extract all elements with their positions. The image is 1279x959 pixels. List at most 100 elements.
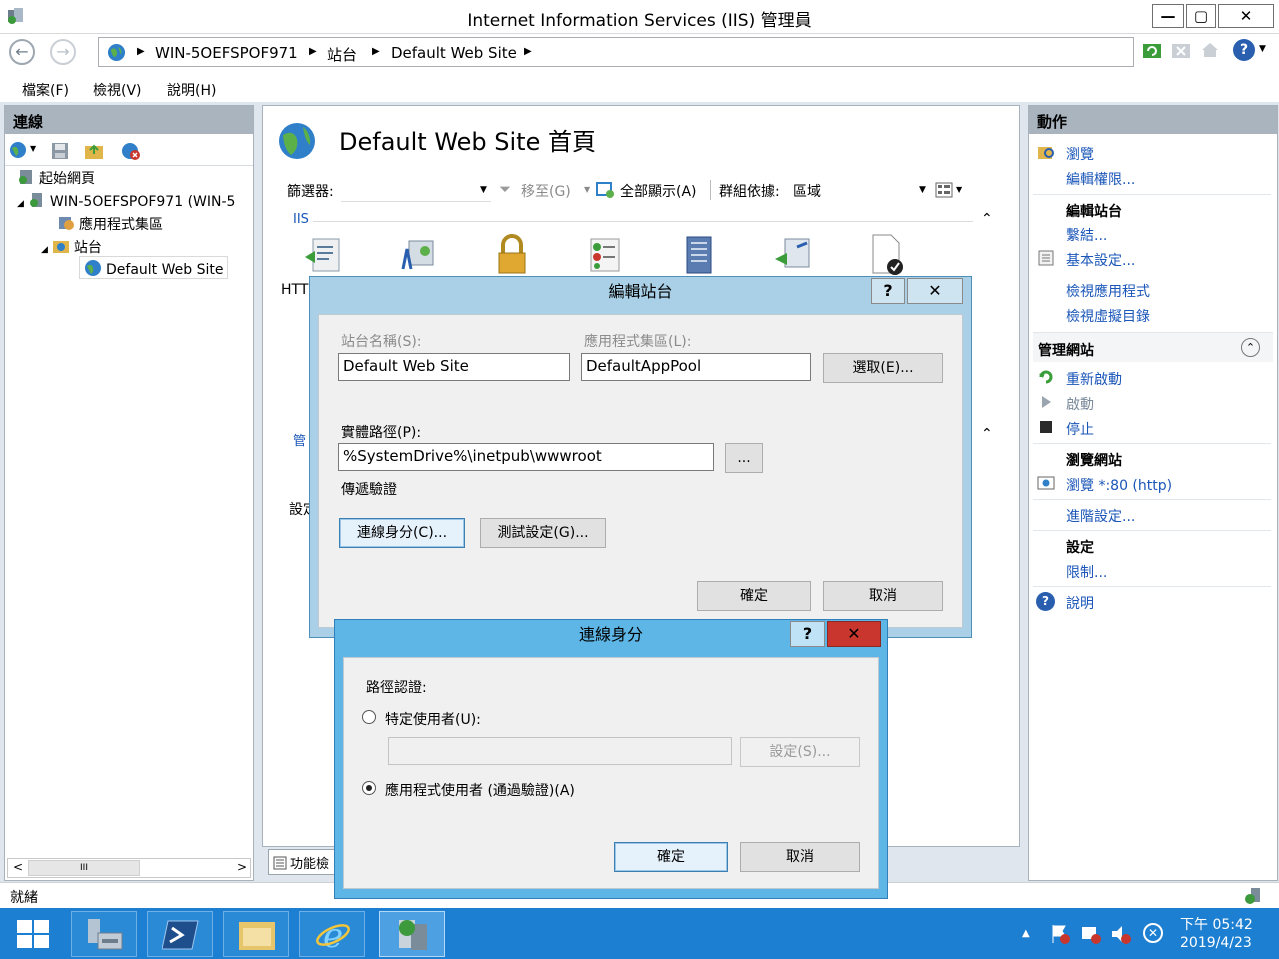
- authorization-rules-icon[interactable]: [585, 235, 627, 275]
- action-view-virtual-directories[interactable]: 檢視虛擬目錄: [1066, 306, 1150, 326]
- go-dropdown-icon[interactable]: ▼: [584, 185, 590, 194]
- volume-tray-icon[interactable]: [1110, 923, 1132, 945]
- minimize-button[interactable]: —: [1152, 4, 1184, 28]
- scroll-right-button[interactable]: >: [237, 860, 247, 874]
- authentication-lock-icon[interactable]: [491, 233, 533, 277]
- breadcrumb-default-site[interactable]: Default Web Site: [391, 44, 517, 62]
- browse-path-button[interactable]: ...: [725, 443, 763, 473]
- action-center-flag-icon[interactable]: [1049, 923, 1071, 945]
- clock-time[interactable]: 下午 05:42: [1180, 914, 1253, 934]
- home-icon[interactable]: [1200, 40, 1220, 60]
- edit-site-close-button[interactable]: ✕: [907, 278, 963, 304]
- taskbar-server-manager[interactable]: [71, 911, 137, 957]
- connect-globe-icon[interactable]: [9, 141, 29, 161]
- help-icon[interactable]: ?: [1233, 39, 1255, 61]
- site-name-field[interactable]: Default Web Site: [338, 353, 570, 381]
- tree-item-default-web-site[interactable]: Default Web Site: [79, 256, 229, 279]
- menu-help[interactable]: 說明(H): [167, 80, 216, 100]
- action-stop[interactable]: 停止: [1066, 419, 1094, 439]
- filter-dropdown-icon[interactable]: ▼: [480, 185, 487, 195]
- select-app-pool-button[interactable]: 選取(E)...: [823, 353, 943, 383]
- action-advanced-settings[interactable]: 進階設定...: [1066, 506, 1135, 526]
- address-bar[interactable]: ▶ WIN-5OEFSPOF971 ▶ 站台 ▶ Default Web Sit…: [98, 37, 1134, 67]
- windows-start-icon[interactable]: [16, 919, 50, 949]
- app-user-radio[interactable]: [362, 781, 376, 795]
- help-dropdown-icon[interactable]: ▼: [1259, 44, 1266, 54]
- breadcrumb-server[interactable]: WIN-5OEFSPOF971: [155, 44, 298, 62]
- taskbar-internet-explorer[interactable]: e: [299, 911, 365, 957]
- view-mode-icon[interactable]: [935, 181, 953, 199]
- action-bindings[interactable]: 繫結...: [1066, 225, 1107, 245]
- stop-icon[interactable]: [1171, 41, 1191, 61]
- specific-user-radio[interactable]: [362, 710, 376, 724]
- go-button[interactable]: 移至(G): [521, 181, 571, 201]
- expand-arrow-icon[interactable]: ◢: [17, 199, 24, 209]
- connect-as-help-button[interactable]: ?: [790, 621, 825, 647]
- specific-user-field[interactable]: [388, 737, 732, 765]
- section-iis-label[interactable]: IIS: [293, 212, 309, 227]
- network-tray-icon[interactable]: [1080, 923, 1102, 945]
- taskbar-iis-manager[interactable]: [379, 911, 445, 957]
- close-button[interactable]: ✕: [1218, 4, 1274, 28]
- action-basic-settings[interactable]: 基本設定...: [1066, 250, 1135, 270]
- action-start[interactable]: 啟動: [1066, 394, 1094, 414]
- refresh-icon[interactable]: [1142, 41, 1162, 61]
- http-response-headers-icon[interactable]: [303, 235, 345, 275]
- manage-site-header[interactable]: 管理網站 ⌃: [1033, 332, 1273, 362]
- edit-site-cancel-button[interactable]: 取消: [823, 581, 943, 611]
- app-pool-field[interactable]: DefaultAppPool: [581, 353, 811, 381]
- edit-site-help-button[interactable]: ?: [871, 278, 905, 304]
- expand-arrow-icon[interactable]: ◢: [41, 245, 48, 255]
- tree-item-start-page[interactable]: 起始網頁: [17, 168, 95, 188]
- tray-overflow-icon[interactable]: ▲: [1022, 928, 1030, 939]
- action-browse-80[interactable]: 瀏覽 *:80 (http): [1066, 475, 1172, 495]
- maximize-button[interactable]: ▢: [1186, 4, 1216, 28]
- logging-icon[interactable]: [679, 233, 721, 277]
- edit-site-ok-button[interactable]: 確定: [697, 581, 811, 611]
- scroll-thumb[interactable]: III: [28, 860, 140, 876]
- filter-input[interactable]: [341, 178, 491, 202]
- forward-button[interactable]: →: [50, 39, 76, 65]
- connect-as-cancel-button[interactable]: 取消: [740, 842, 860, 872]
- mime-types-icon[interactable]: [397, 235, 439, 275]
- menu-file[interactable]: 檔案(F): [22, 80, 69, 100]
- action-explore[interactable]: 瀏覽: [1066, 144, 1094, 164]
- connect-dropdown-icon[interactable]: ▼: [30, 144, 36, 153]
- back-button[interactable]: ←: [9, 39, 35, 65]
- tree-item-server[interactable]: ◢ WIN-5OEFSPOF971 (WIN-5: [17, 191, 235, 210]
- horizontal-scrollbar[interactable]: < III >: [7, 858, 251, 878]
- action-view-applications[interactable]: 檢視應用程式: [1066, 281, 1150, 301]
- view-mode-dropdown-icon[interactable]: ▼: [956, 185, 962, 194]
- menu-view[interactable]: 檢視(V): [93, 80, 142, 100]
- physical-path-field[interactable]: %SystemDrive%\inetpub\wwwroot: [338, 443, 714, 471]
- scroll-left-button[interactable]: <: [13, 860, 23, 874]
- tray-x-icon[interactable]: ✕: [1143, 923, 1163, 943]
- tree-item-app-pools[interactable]: 應用程式集區: [57, 214, 163, 234]
- breadcrumb-sites[interactable]: 站台: [327, 44, 357, 65]
- error-pages-icon[interactable]: [865, 233, 907, 277]
- redirect-icon[interactable]: [771, 235, 813, 275]
- action-restart[interactable]: 重新啟動: [1066, 369, 1122, 389]
- action-limits[interactable]: 限制...: [1066, 562, 1107, 582]
- action-help[interactable]: 說明: [1066, 593, 1094, 613]
- specific-user-label[interactable]: 特定使用者(U):: [385, 709, 481, 729]
- connect-as-close-button[interactable]: ✕: [827, 621, 881, 647]
- up-folder-icon[interactable]: [84, 141, 104, 161]
- disconnect-icon[interactable]: [120, 141, 142, 161]
- show-all-button[interactable]: 全部顯示(A): [620, 181, 697, 201]
- action-edit-permissions[interactable]: 編輯權限...: [1066, 169, 1135, 189]
- taskbar-powershell[interactable]: [147, 911, 213, 957]
- test-settings-button[interactable]: 測試設定(G)...: [480, 518, 606, 548]
- taskbar-file-explorer[interactable]: [223, 911, 289, 957]
- collapse-iis-icon[interactable]: ⌃: [981, 211, 993, 227]
- app-user-label[interactable]: 應用程式使用者 (通過驗證)(A): [385, 780, 575, 800]
- save-icon[interactable]: [50, 141, 70, 161]
- connect-as-button[interactable]: 連線身分(C)...: [339, 518, 465, 548]
- tree-item-sites[interactable]: ◢ 站台: [41, 237, 102, 257]
- clock-date[interactable]: 2019/4/23: [1180, 935, 1252, 951]
- collapse-manage-icon[interactable]: ⌃: [981, 426, 993, 442]
- group-by-select[interactable]: 區域: [793, 181, 821, 201]
- connect-as-ok-button[interactable]: 確定: [614, 842, 728, 872]
- set-credentials-button[interactable]: 設定(S)...: [740, 737, 860, 767]
- collapse-chevron-icon[interactable]: ⌃: [1241, 338, 1260, 357]
